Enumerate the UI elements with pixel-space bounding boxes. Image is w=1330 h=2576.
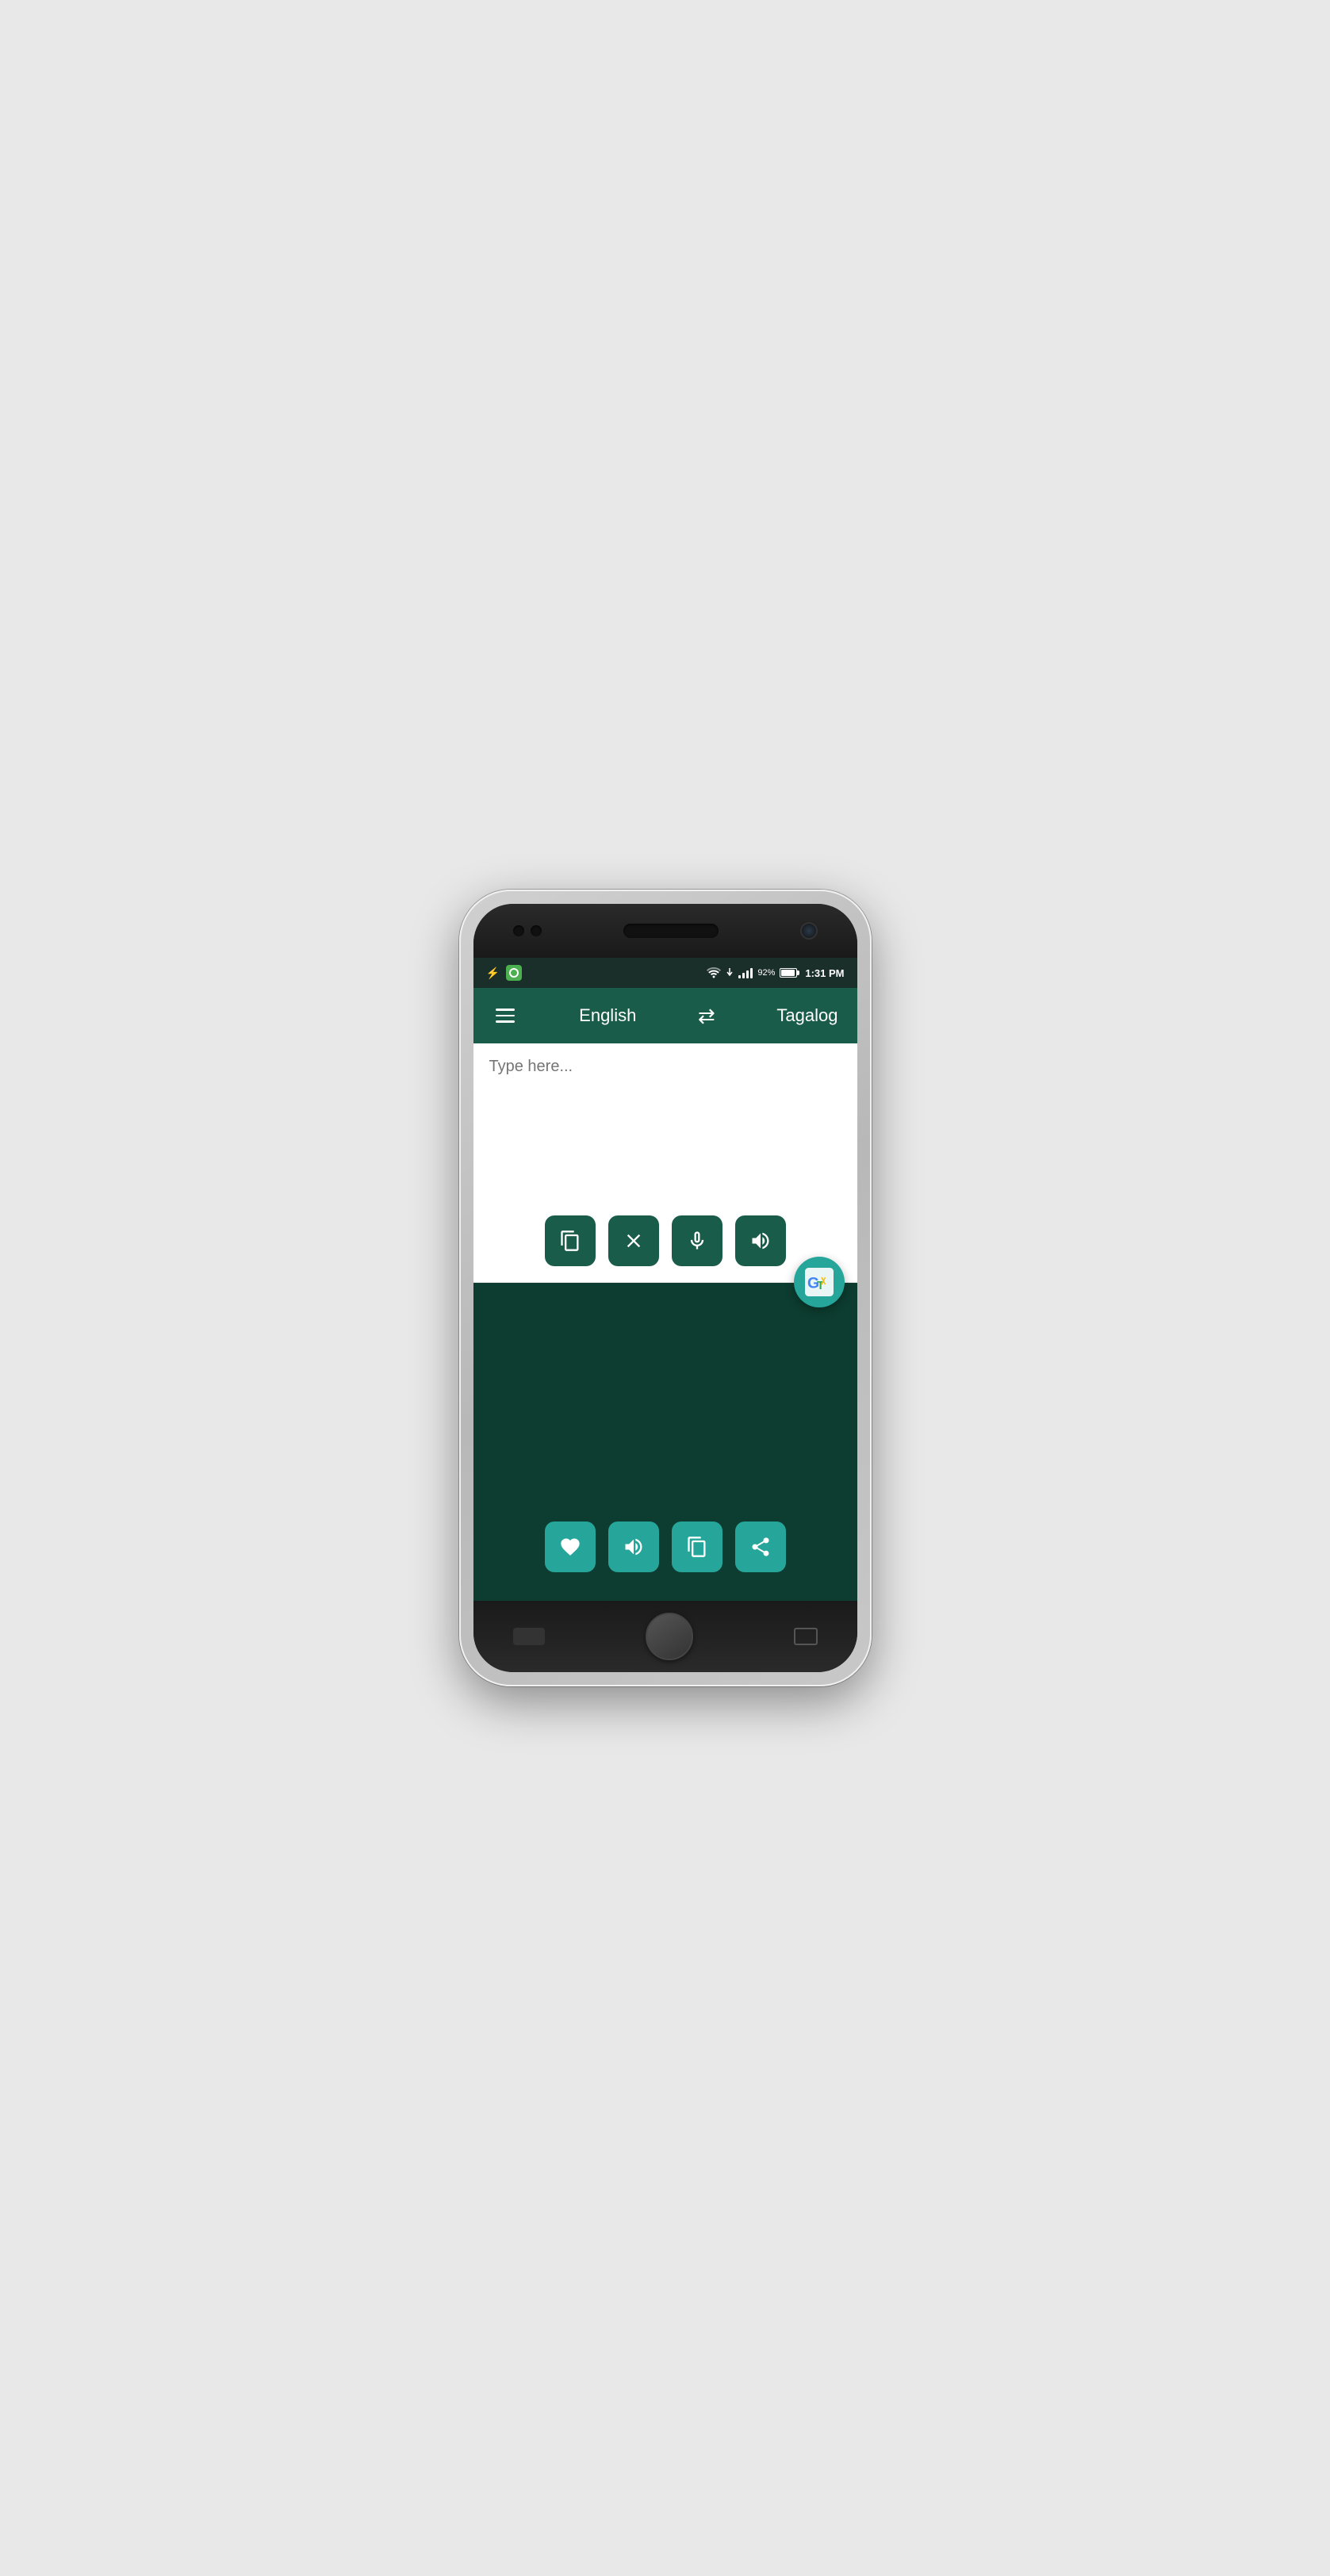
- phone-device: ⚡: [459, 890, 872, 1686]
- status-right: 92% 1:31 PM: [707, 967, 844, 979]
- favorite-button[interactable]: [545, 1521, 596, 1572]
- microphone-icon: [686, 1230, 708, 1252]
- status-left: ⚡: [486, 965, 522, 981]
- top-bezel: [473, 904, 857, 958]
- speaker-dot-2: [531, 925, 542, 936]
- google-translate-button[interactable]: G T: [794, 1257, 845, 1307]
- hamburger-line-3: [496, 1020, 515, 1023]
- back-button[interactable]: [513, 1628, 545, 1645]
- recent-apps-button[interactable]: [794, 1628, 818, 1645]
- output-actions-bar: [473, 1509, 857, 1585]
- clipboard-button[interactable]: [545, 1215, 596, 1266]
- copy-icon: [686, 1536, 708, 1558]
- signal-bar-2: [742, 973, 745, 978]
- battery-percentage: 92%: [757, 968, 775, 978]
- share-icon: [749, 1536, 772, 1558]
- signal-bar-4: [750, 968, 753, 978]
- clear-icon: [623, 1230, 645, 1252]
- speak-output-button[interactable]: [608, 1521, 659, 1572]
- clear-button[interactable]: [608, 1215, 659, 1266]
- target-language[interactable]: Tagalog: [776, 1005, 837, 1026]
- usb-icon: ⚡: [486, 966, 500, 980]
- heart-icon: [559, 1536, 581, 1558]
- data-sync-icon: [726, 968, 734, 978]
- signal-bar-3: [746, 970, 749, 978]
- source-language[interactable]: English: [579, 1005, 636, 1026]
- status-bar: ⚡: [473, 958, 857, 988]
- speaker-dot-1: [513, 925, 524, 936]
- share-button[interactable]: [735, 1521, 786, 1572]
- copy-output-button[interactable]: [672, 1521, 722, 1572]
- wifi-icon: [707, 967, 721, 978]
- text-input-field[interactable]: [473, 1043, 857, 1202]
- speak-input-button[interactable]: [735, 1215, 786, 1266]
- screen: ⚡: [473, 958, 857, 1601]
- bottom-bezel: [473, 1601, 857, 1672]
- speaker-grille: [623, 924, 719, 938]
- status-time: 1:31 PM: [805, 967, 844, 979]
- app-notification-icon: [506, 965, 522, 981]
- hamburger-line-2: [496, 1015, 515, 1017]
- signal-bar-1: [738, 975, 741, 978]
- input-area: G T: [473, 1043, 857, 1283]
- hamburger-line-1: [496, 1009, 515, 1011]
- menu-button[interactable]: [493, 1005, 518, 1026]
- battery-fill: [781, 970, 794, 976]
- home-button[interactable]: [646, 1613, 693, 1660]
- app-header: English ⇄ Tagalog: [473, 988, 857, 1043]
- speaker-dots: [513, 925, 542, 936]
- clipboard-icon: [559, 1230, 581, 1252]
- front-camera: [800, 922, 818, 940]
- app-icon-inner: [509, 968, 519, 978]
- volume-icon: [749, 1230, 772, 1252]
- swap-languages-button[interactable]: ⇄: [698, 1004, 715, 1028]
- battery-icon: [780, 968, 797, 978]
- google-translate-icon: G T: [805, 1268, 834, 1296]
- output-area: [473, 1283, 857, 1601]
- microphone-button[interactable]: [672, 1215, 722, 1266]
- signal-bars: [738, 967, 753, 978]
- phone-screen: ⚡: [473, 904, 857, 1672]
- volume-output-icon: [623, 1536, 645, 1558]
